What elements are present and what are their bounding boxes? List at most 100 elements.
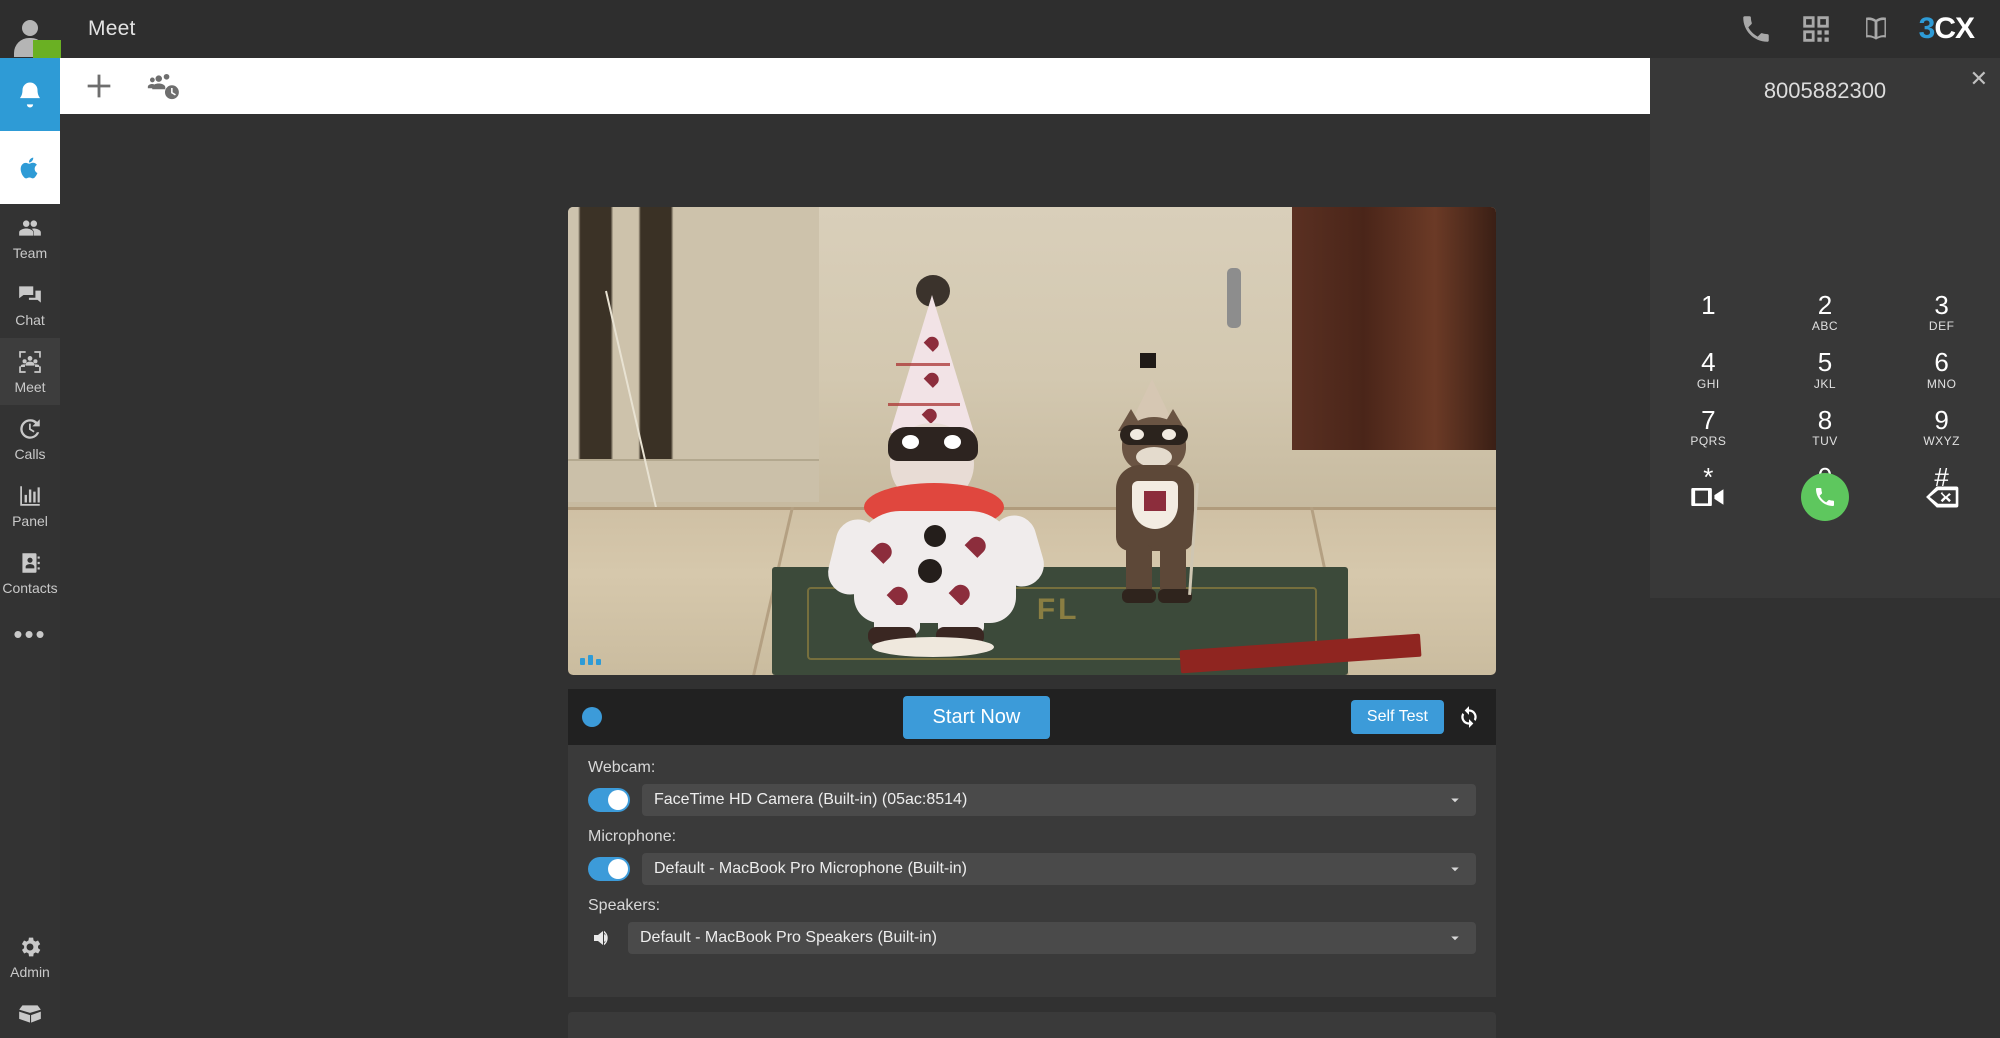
sidebar-item-admin[interactable]: Admin [0,923,60,990]
key-num: 2 [1817,290,1833,320]
webcam-select[interactable]: FaceTime HD Camera (Built-in) (05ac:8514… [642,784,1476,816]
sidebar-item-notifications[interactable] [0,58,60,131]
key-num: 8 [1817,404,1833,435]
top-bar: Meet 3 CX [0,0,2000,58]
apple-icon [17,153,43,183]
meet-toolbar [60,58,1650,114]
video-camera-icon [1690,484,1726,510]
presence-status-badge [33,40,61,58]
dialpad-key-9[interactable]: 9 WXYZ [1883,403,2000,452]
webcam-row: FaceTime HD Camera (Built-in) (05ac:8514… [588,784,1476,816]
sidebar-bottom: Admin [0,923,60,1038]
video-scene: FL [568,207,1496,675]
microphone-label: Microphone: [588,828,677,845]
self-test-button[interactable]: Self Test [1350,700,1444,734]
sidebar-item-label: Admin [10,963,50,980]
chevron-down-icon [1446,929,1464,947]
key-num: 3 [1934,290,1949,320]
close-icon[interactable]: ✕ [1970,68,1988,90]
dialpad-key-2[interactable]: 2 ABC [1767,288,1884,337]
qr-code-icon[interactable] [1799,12,1833,46]
dialpad-key-7[interactable]: 7 PQRS [1650,403,1767,452]
sidebar-more-button[interactable]: ••• [0,606,60,662]
panel-icon [17,483,43,509]
chevron-down-icon [1446,860,1464,878]
phone-handset-icon [1813,485,1837,509]
dialpad-key-5[interactable]: 5 JKL [1767,345,1884,394]
key-sub: MNO [1926,376,1957,391]
microphone-row: Default - MacBook Pro Microphone (Built-… [588,853,1476,885]
bell-icon [15,79,45,111]
key-num: 9 [1934,404,1949,435]
chevron-down-icon [1446,791,1464,809]
key-sub: PQRS [1690,433,1727,448]
dialpad-key-1[interactable]: 1 [1650,288,1767,337]
figurine-clown [823,274,1049,657]
status-badge [582,707,602,727]
key-num: 1 [1701,290,1716,320]
team-icon [17,215,43,241]
key-num: 6 [1934,347,1949,378]
sidebar-item-chat[interactable]: Chat [0,271,60,338]
speakers-select[interactable]: Default - MacBook Pro Speakers (Built-in… [628,922,1476,954]
sidebar-item-contacts[interactable]: Contacts [0,539,60,606]
figurine-cat [1088,352,1218,633]
call-button[interactable] [1767,473,1884,521]
key-sub: WXYZ [1923,433,1960,448]
dialpad-key-8[interactable]: 8 TUV [1767,403,1884,452]
avatar[interactable] [0,0,61,58]
video-preview[interactable]: FL [568,207,1496,675]
sidebar-item-label: Calls [14,445,46,462]
sidebar-item-label: Panel [12,512,48,529]
book-icon[interactable] [1859,12,1893,46]
key-sub: JKL [1813,376,1837,391]
plus-icon [87,74,111,98]
dialpad-key-4[interactable]: 4 GHI [1650,345,1767,394]
sidebar-item-label: Team [12,244,48,261]
speakers-row: Default - MacBook Pro Speakers (Built-in… [588,922,1476,954]
meet-icon [17,349,43,375]
sidebar-item-meet[interactable]: Meet [0,338,60,405]
page-title: Meet [88,17,136,40]
box-icon [17,1001,43,1027]
key-num: 5 [1817,347,1833,378]
logo-part-3: 3 [1918,12,1936,45]
dialpad-key-3[interactable]: 3 DEF [1883,288,2000,337]
refresh-icon[interactable] [1456,704,1482,730]
logo-part-cx: CX [1934,12,1975,45]
speaker-icon[interactable] [588,926,616,950]
call-button-circle [1800,473,1849,521]
webcam-toggle[interactable] [588,788,630,812]
video-call-button[interactable] [1650,484,1767,510]
sidebar-item-box[interactable] [0,990,60,1038]
sidebar: Team Chat Meet Calls Panel Contacts ••• … [0,58,60,1038]
microphone-toggle[interactable] [588,857,630,881]
3cx-logo: 3 CX [1918,12,1975,46]
backspace-button[interactable] [1883,485,2000,509]
key-sub: DEF [1928,319,1955,334]
sidebar-item-panel[interactable]: Panel [0,472,60,539]
key-sub: ABC [1811,319,1839,334]
dialpad-key-6[interactable]: 6 MNO [1883,345,2000,394]
new-meeting-button[interactable] [82,69,116,103]
chat-icon [17,282,43,308]
dialpad-number-display[interactable]: 8005882300 [1650,58,2000,104]
sidebar-item-label: Contacts [2,579,58,596]
contacts-icon [17,550,43,576]
microphone-select[interactable]: Default - MacBook Pro Microphone (Built-… [642,853,1476,885]
phone-icon[interactable] [1739,12,1773,46]
sidebar-item-team[interactable]: Team [0,204,60,271]
sidebar-item-calls[interactable]: Calls [0,405,60,472]
dialpad-actions [1650,473,2000,521]
scheduled-meetings-button[interactable] [146,69,180,103]
key-sub: TUV [1812,433,1838,448]
speakers-label: Speakers: [588,897,661,914]
app-root: Meet 3 CX Team Chat Meet Calls Panel Con… [0,0,2000,1038]
start-now-button[interactable]: Start Now [902,695,1051,739]
webcam-value: FaceTime HD Camera (Built-in) (05ac:8514… [654,791,968,808]
calls-icon [17,416,43,442]
dialpad-panel: ✕ 8005882300 1 2 ABC 3 DEF 4 GHI 5 JKL 6 MNO … [1650,58,2000,598]
key-num: 7 [1701,404,1716,435]
sidebar-item-apple[interactable] [0,131,60,204]
meeting-controls-bar: Start Now Self Test [568,689,1496,745]
